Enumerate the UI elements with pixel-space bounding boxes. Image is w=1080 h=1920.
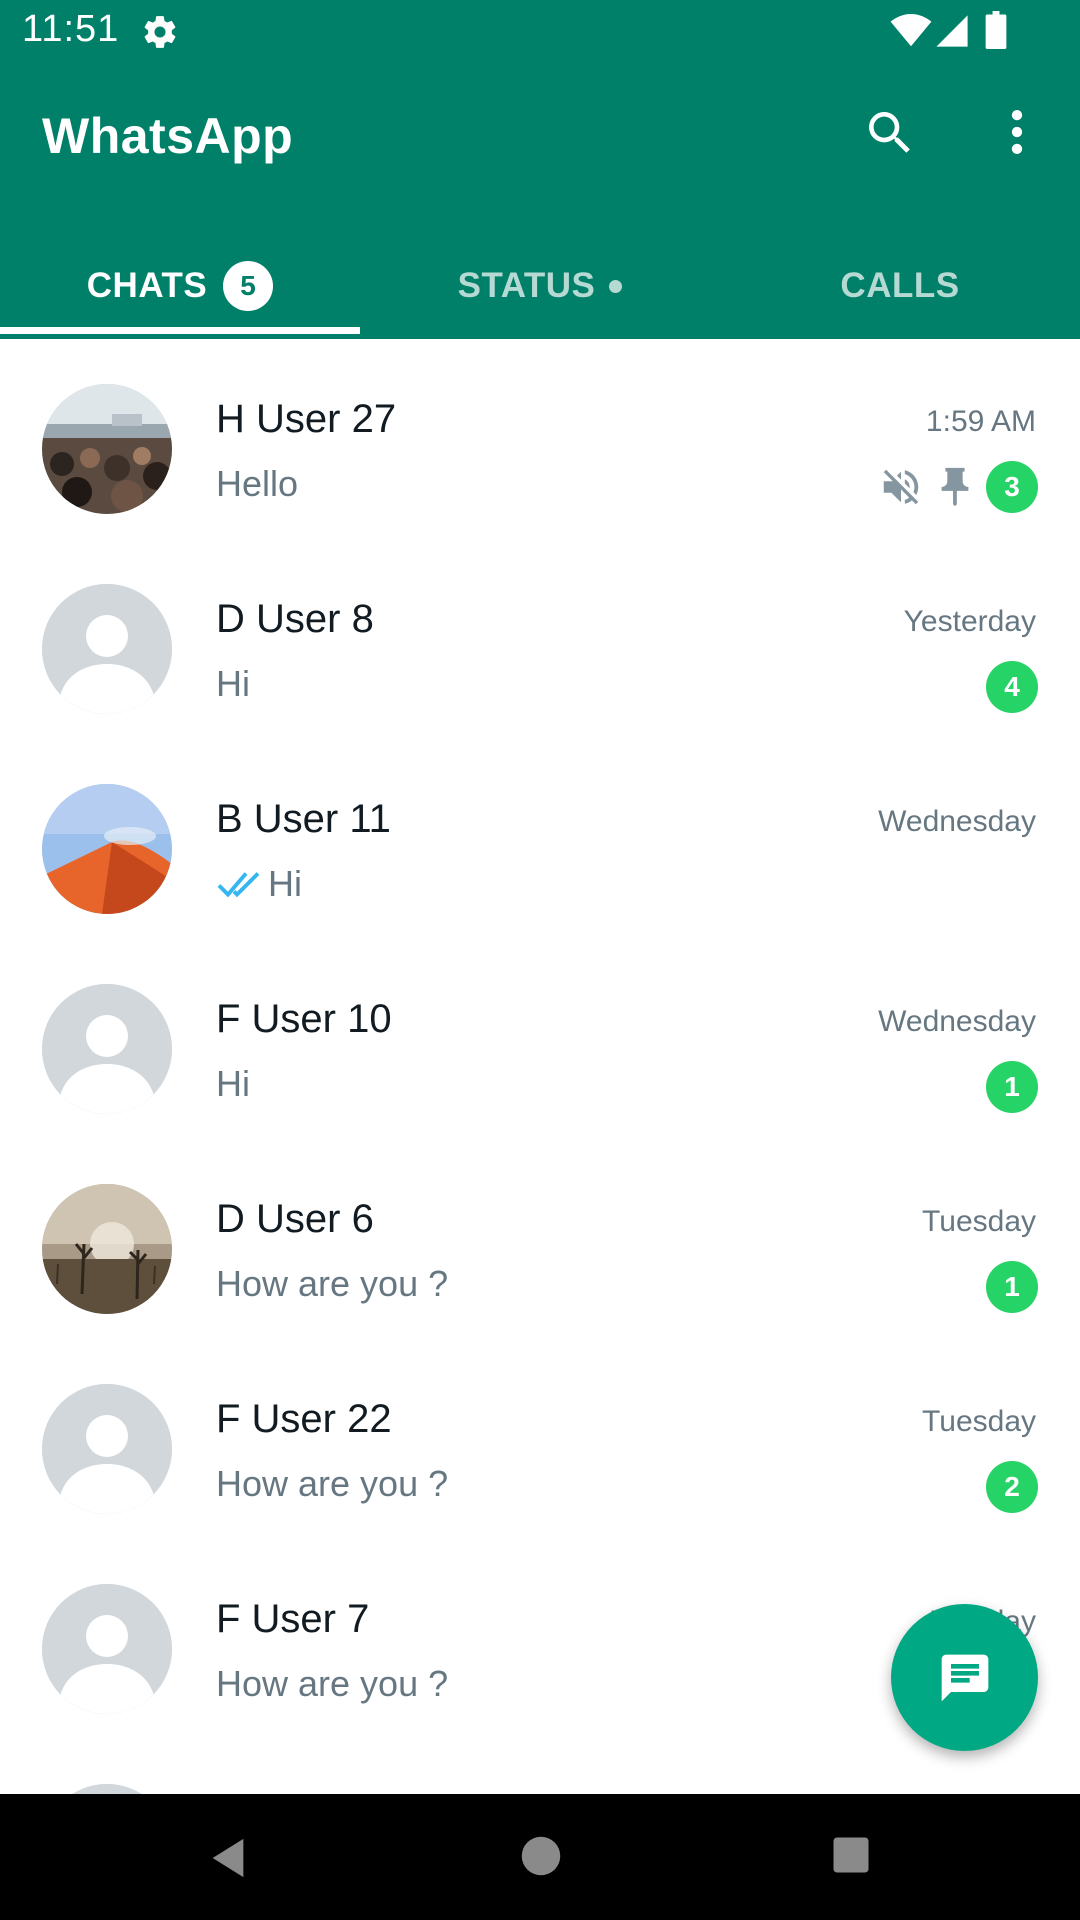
- recents-icon[interactable]: [830, 1834, 872, 1876]
- default-avatar-icon: [42, 1784, 172, 1794]
- status-dot-icon: [609, 279, 623, 293]
- double-check-icon: [217, 872, 260, 898]
- unread-count-badge: 4: [986, 661, 1038, 713]
- default-avatar-icon: [42, 984, 172, 1114]
- system-nav-bar: [0, 1794, 1080, 1920]
- avatar[interactable]: [42, 984, 172, 1114]
- chat-message-text: How are you ?: [216, 1663, 449, 1704]
- chat-message-text: How are you ?: [216, 1263, 449, 1304]
- new-chat-button[interactable]: [891, 1604, 1038, 1751]
- avatar[interactable]: [42, 1184, 172, 1314]
- gear-icon: [144, 16, 176, 48]
- chat-meta: 4: [986, 660, 1038, 714]
- unread-count-badge: 1: [986, 1261, 1038, 1313]
- status-time: 11:51: [22, 8, 120, 50]
- wifi-icon: [890, 14, 932, 47]
- chat-message-text: How are you ?: [216, 1463, 449, 1504]
- chat-name: H User 27: [216, 397, 397, 441]
- search-icon[interactable]: [862, 105, 918, 161]
- tab-chats-badge: 5: [223, 261, 274, 311]
- avatar-photo-trees: [42, 1184, 172, 1314]
- chat-last-message: Hi: [216, 863, 302, 905]
- battery-icon: [985, 11, 1007, 49]
- chat-name: F User 7: [216, 1597, 370, 1641]
- chat-row[interactable]: F User 10 Wednesday Hi 1: [0, 939, 1080, 1139]
- chat-last-message: How are you ?: [216, 1663, 448, 1705]
- chat-last-message: How are you ?: [216, 1263, 448, 1305]
- status-bar: 11:51: [0, 0, 1080, 63]
- avatar[interactable]: [42, 1384, 172, 1514]
- unread-count-badge: 2: [986, 1461, 1038, 1513]
- chat-last-message: Hello: [216, 463, 298, 505]
- avatar[interactable]: [42, 1584, 172, 1714]
- chat-message-text: Hi: [268, 863, 302, 904]
- chat-time: Tuesday: [922, 1205, 1036, 1238]
- chat-row[interactable]: D User 8 Yesterday Hi 4: [0, 539, 1080, 739]
- chat-row[interactable]: B User 11 Wednesday Hi: [0, 739, 1080, 939]
- tab-indicator: [0, 327, 360, 334]
- avatar-photo-dune: [42, 784, 172, 914]
- unread-count-badge: 1: [986, 1061, 1038, 1113]
- chat-name: F User 10: [216, 997, 392, 1041]
- chat-time: Wednesday: [878, 805, 1036, 838]
- new-chat-icon: [941, 1654, 988, 1701]
- chat-row[interactable]: [0, 1739, 1080, 1794]
- chat-name: B User 11: [216, 797, 391, 841]
- avatar[interactable]: [42, 1784, 172, 1794]
- more-vert-icon[interactable]: [990, 103, 1044, 161]
- default-avatar-icon: [42, 584, 172, 714]
- chat-last-message: How are you ?: [216, 1463, 448, 1505]
- unread-count-badge: 3: [986, 461, 1038, 513]
- chat-message-text: Hi: [216, 663, 250, 704]
- avatar-photo-crowd: [42, 384, 172, 514]
- chat-last-message: Hi: [216, 1063, 250, 1105]
- back-icon[interactable]: [205, 1834, 251, 1882]
- chat-message-text: Hello: [216, 463, 299, 504]
- chat-time: Yesterday: [903, 605, 1036, 638]
- chat-time: Wednesday: [878, 1005, 1036, 1038]
- chat-row[interactable]: D User 6 Tuesday How are you ? 1: [0, 1139, 1080, 1339]
- default-avatar-icon: [42, 1584, 172, 1714]
- chat-meta: 2: [986, 1460, 1038, 1514]
- tab-calls[interactable]: CALLS: [720, 233, 1080, 339]
- tab-status-label: STATUS: [457, 266, 596, 305]
- chat-list: H User 27 1:59 AM Hello 3 D User 8 Yeste…: [0, 339, 1080, 1794]
- avatar[interactable]: [42, 584, 172, 714]
- chat-message-text: Hi: [216, 1063, 250, 1104]
- muted-icon: [883, 469, 919, 505]
- home-icon[interactable]: [520, 1835, 562, 1877]
- chat-last-message: Hi: [216, 663, 250, 705]
- pin-icon: [941, 467, 969, 507]
- chat-row[interactable]: H User 27 1:59 AM Hello 3: [0, 339, 1080, 539]
- chat-time: Tuesday: [922, 1405, 1036, 1438]
- app-bar: WhatsApp CHATS 5 STATUS CALLS: [0, 63, 1080, 339]
- tab-status[interactable]: STATUS: [360, 233, 720, 339]
- chat-name: F User 22: [216, 1397, 392, 1441]
- chat-name: D User 8: [216, 597, 374, 641]
- tab-calls-label: CALLS: [840, 266, 960, 305]
- app-title: WhatsApp: [42, 108, 294, 164]
- chat-meta: 3: [878, 460, 1038, 514]
- chat-name: D User 6: [216, 1197, 374, 1241]
- chat-row[interactable]: F User 22 Tuesday How are you ? 2: [0, 1339, 1080, 1539]
- tab-chats[interactable]: CHATS 5: [0, 233, 360, 339]
- default-avatar-icon: [42, 1384, 172, 1514]
- chat-time: 1:59 AM: [925, 405, 1036, 438]
- signal-icon: [936, 15, 968, 47]
- tab-bar: CHATS 5 STATUS CALLS: [0, 233, 1080, 339]
- avatar[interactable]: [42, 784, 172, 914]
- chat-meta: 1: [986, 1060, 1038, 1114]
- chat-meta: 1: [986, 1260, 1038, 1314]
- tab-chats-label: CHATS: [86, 266, 208, 305]
- avatar[interactable]: [42, 384, 172, 514]
